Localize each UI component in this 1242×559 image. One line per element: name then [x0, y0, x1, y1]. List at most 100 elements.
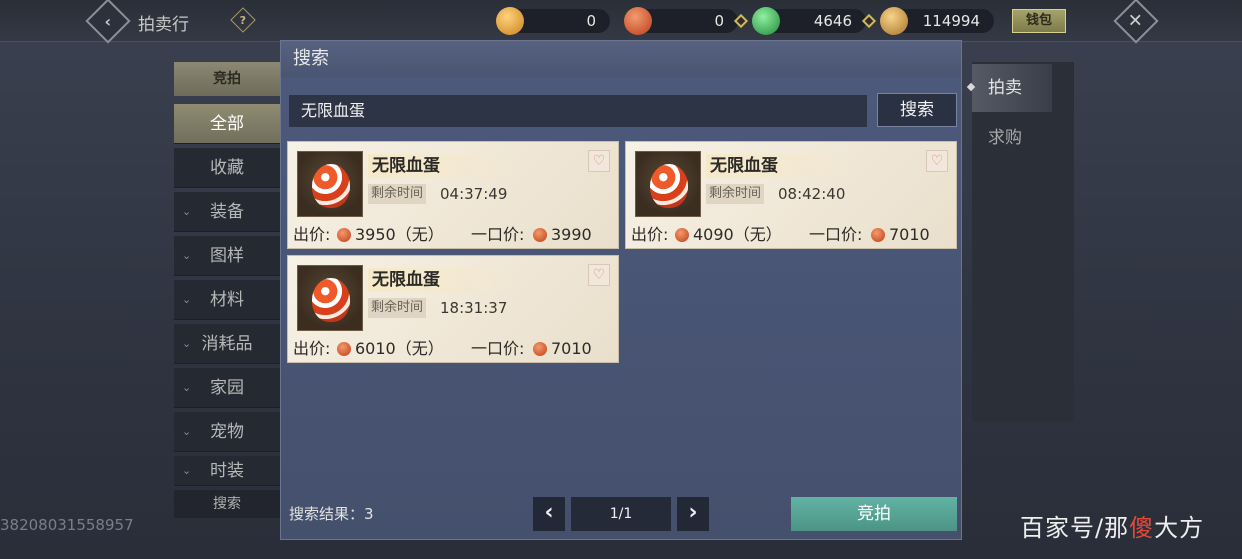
favorite-heart-icon[interactable]: ♡	[926, 150, 948, 172]
sidebar-item-label: 材料	[210, 290, 244, 310]
currency-value: 0	[714, 12, 724, 30]
bid-button[interactable]: 竞拍	[791, 497, 957, 531]
sidebar-item-label: 宠物	[210, 422, 244, 442]
sidebar-item-label: 图样	[210, 246, 244, 266]
item-thumbnail	[635, 151, 701, 217]
category-sidebar: 竞拍 全部 收藏 ⌄ 装备 ⌄ 图样 ⌄ 材料 ⌄ 消耗品 ⌄ 家园 ⌄ 宠物 ⌄ 时装 搜索	[174, 62, 280, 522]
time-remaining-value: 18:31:37	[440, 299, 508, 317]
chevron-down-icon: ⌄	[182, 381, 192, 394]
sidebar-item-consumables[interactable]: ⌄ 消耗品	[174, 324, 280, 364]
chevron-left-icon: ‹	[544, 500, 554, 525]
result-card[interactable]: 无限血蛋 ♡ 剩余时间 18:31:37 出价: 6010（无） 一口价: 70…	[287, 255, 619, 363]
red-coin-icon	[533, 342, 547, 356]
result-count: 搜索结果：3	[289, 505, 374, 523]
buyout-label: 一口价:	[471, 339, 525, 358]
buyout-value: 3990	[551, 225, 592, 244]
item-name: 无限血蛋	[368, 268, 528, 292]
price-row: 出价: 4090（无） 一口价: 7010	[631, 224, 951, 246]
sidebar-item-materials[interactable]: ⌄ 材料	[174, 280, 280, 320]
time-remaining-value: 08:42:40	[778, 185, 846, 203]
blood-egg-icon	[312, 164, 350, 208]
question-icon: ?	[239, 13, 247, 27]
item-name: 无限血蛋	[706, 154, 866, 178]
chevron-right-icon: ›	[688, 500, 698, 525]
red-coin-icon	[624, 7, 652, 35]
bid-label: 出价:	[293, 339, 331, 358]
chevron-down-icon: ⌄	[182, 464, 192, 477]
sidebar-item-favorites[interactable]: 收藏	[174, 148, 280, 188]
sidebar-item-label: 全部	[210, 114, 244, 134]
prev-page-button[interactable]: ‹	[533, 497, 565, 531]
right-tab-panel: 拍卖 求购	[972, 62, 1074, 422]
bid-label: 出价:	[293, 225, 331, 244]
bid-value: 6010（无）	[355, 339, 444, 358]
sidebar-item-all[interactable]: 全部	[174, 104, 280, 144]
currency-gold-token: 0	[496, 7, 610, 35]
sidebar-item-fashion[interactable]: ⌄ 时装	[174, 456, 280, 486]
add-red-coin-button[interactable]	[733, 13, 749, 29]
red-coin-icon	[337, 342, 351, 356]
currency-red-coin: 0	[624, 7, 749, 35]
time-remaining-label: 剩余时间	[368, 184, 427, 204]
sidebar-item-pets[interactable]: ⌄ 宠物	[174, 412, 280, 452]
bid-value: 4090（无）	[693, 225, 782, 244]
player-id: 38208031558957	[0, 516, 134, 534]
sidebar-item-label: 家园	[210, 378, 244, 398]
next-page-button[interactable]: ›	[677, 497, 709, 531]
red-coin-icon	[533, 228, 547, 242]
currency-jade-coin: 4646	[752, 7, 877, 35]
wallet-button[interactable]: 钱包	[1012, 9, 1066, 33]
result-card[interactable]: 无限血蛋 ♡ 剩余时间 08:42:40 出价: 4090（无） 一口价: 70…	[625, 141, 957, 249]
sidebar-item-home[interactable]: ⌄ 家园	[174, 368, 280, 408]
blood-egg-icon	[650, 164, 688, 208]
close-button[interactable]: ✕	[1113, 0, 1159, 44]
bid-value: 3950（无）	[355, 225, 444, 244]
add-jade-coin-button[interactable]	[861, 13, 877, 29]
sidebar-item-label: 时装	[210, 461, 244, 481]
watermark: 百家号/那傻大方	[1020, 508, 1204, 543]
time-remaining-value: 04:37:49	[440, 185, 508, 203]
favorite-heart-icon[interactable]: ♡	[588, 150, 610, 172]
currency-value: 114994	[922, 12, 980, 30]
favorite-heart-icon[interactable]: ♡	[588, 264, 610, 286]
search-input[interactable]: 无限血蛋	[289, 95, 867, 127]
chevron-down-icon: ⌄	[182, 205, 192, 218]
item-thumbnail	[297, 151, 363, 217]
chevron-down-icon: ⌄	[182, 249, 192, 262]
sidebar-search-button[interactable]: 搜索	[174, 490, 280, 518]
jade-coin-icon	[752, 7, 780, 35]
sidebar-item-label: 收藏	[210, 158, 244, 178]
time-remaining-label: 剩余时间	[706, 184, 765, 204]
buyout-value: 7010	[889, 225, 930, 244]
buyout-label: 一口价:	[809, 225, 863, 244]
help-button[interactable]: ?	[230, 7, 256, 33]
blood-egg-icon	[312, 278, 350, 322]
sidebar-header: 竞拍	[174, 62, 280, 96]
back-icon: ‹	[104, 11, 112, 31]
chevron-down-icon: ⌄	[182, 425, 192, 438]
close-icon: ✕	[1128, 10, 1144, 32]
red-coin-icon	[675, 228, 689, 242]
back-button[interactable]: ‹	[85, 0, 131, 44]
price-row: 出价: 6010（无） 一口价: 7010	[293, 338, 613, 360]
bid-label: 出价:	[631, 225, 669, 244]
sidebar-item-label: 装备	[210, 202, 244, 222]
gold-token-icon	[496, 7, 524, 35]
tab-auction[interactable]: 拍卖	[972, 64, 1052, 112]
item-thumbnail	[297, 265, 363, 331]
buyout-label: 一口价:	[471, 225, 525, 244]
page-indicator: 1/1	[571, 497, 671, 531]
dialog-title: 搜索	[281, 41, 961, 77]
currency-value: 0	[586, 12, 596, 30]
watermark-prefix: 百家号/那	[1020, 514, 1130, 542]
search-button[interactable]: 搜索	[877, 93, 957, 127]
watermark-suffix: 大方	[1154, 514, 1205, 542]
tab-purchase-request[interactable]: 求购	[972, 114, 1052, 162]
top-bar: ‹ 拍卖行 ? 0 0 4646 114994 钱包 ✕	[0, 0, 1242, 44]
time-remaining-label: 剩余时间	[368, 298, 427, 318]
result-card[interactable]: 无限血蛋 ♡ 剩余时间 04:37:49 出价: 3950（无） 一口价: 39…	[287, 141, 619, 249]
sidebar-item-patterns[interactable]: ⌄ 图样	[174, 236, 280, 276]
currency-value: 4646	[813, 12, 852, 30]
sidebar-item-equipment[interactable]: ⌄ 装备	[174, 192, 280, 232]
red-coin-icon	[337, 228, 351, 242]
